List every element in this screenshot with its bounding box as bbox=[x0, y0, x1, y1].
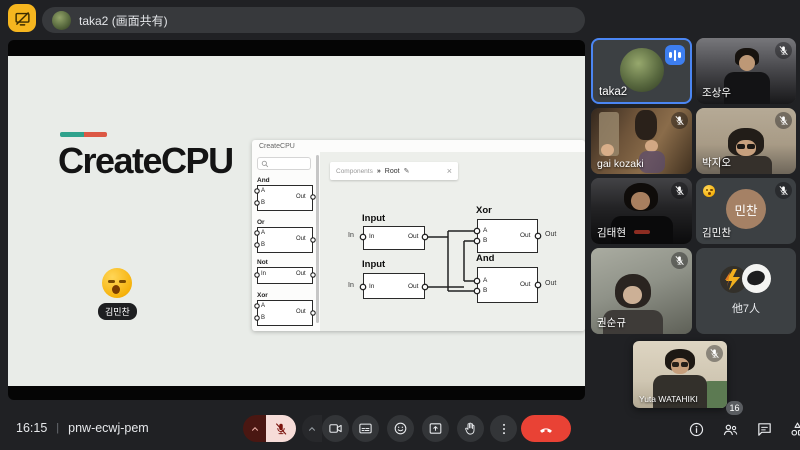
participant-tile[interactable]: gai kozaki bbox=[591, 108, 692, 174]
mic-button-group bbox=[243, 415, 296, 442]
present-screen-button[interactable] bbox=[422, 415, 449, 442]
mic-off-icon bbox=[671, 252, 688, 269]
emoji-smile-icon bbox=[393, 421, 408, 436]
meeting-meta: 16:15 | pnw-ecwj-pem bbox=[16, 421, 149, 435]
mic-options-chevron[interactable] bbox=[243, 415, 266, 442]
more-options-button[interactable] bbox=[490, 415, 517, 442]
participant-tile[interactable]: taka2 bbox=[591, 38, 692, 104]
participant-name: taka2 bbox=[599, 86, 627, 98]
mic-off-icon bbox=[775, 182, 792, 199]
reaction-sender-label: 김민찬 bbox=[98, 303, 137, 320]
participant-name: 박지오 bbox=[702, 155, 731, 170]
avatar-initials: 민찬 bbox=[734, 200, 757, 219]
overflow-participants-tile[interactable]: 他7人 bbox=[696, 248, 796, 334]
more-vertical-icon bbox=[497, 422, 511, 436]
end-call-button[interactable] bbox=[521, 415, 571, 442]
slide-title: CreateCPU bbox=[58, 140, 233, 182]
mic-off-icon bbox=[775, 112, 792, 129]
overflow-avatar-2 bbox=[742, 264, 771, 293]
participant-tile[interactable]: 박지오 bbox=[696, 108, 796, 174]
reaction-emoji bbox=[102, 268, 132, 298]
participant-tile[interactable]: 조상우 bbox=[696, 38, 796, 104]
call-end-icon bbox=[537, 420, 555, 438]
info-icon[interactable] bbox=[688, 421, 705, 438]
people-icon[interactable] bbox=[721, 421, 740, 438]
clock-time: 16:15 bbox=[16, 421, 47, 435]
mic-off-icon bbox=[274, 422, 288, 436]
participant-name: gai kozaki bbox=[597, 158, 644, 170]
participant-name: 김태현 bbox=[597, 225, 626, 240]
mic-mute-toggle-button[interactable] bbox=[266, 415, 296, 442]
participant-name: 조상우 bbox=[702, 85, 731, 100]
participant-name: 김민찬 bbox=[702, 225, 731, 240]
captions-button[interactable] bbox=[352, 415, 379, 442]
reactions-button[interactable] bbox=[387, 415, 414, 442]
participant-tile[interactable]: 김태현 bbox=[591, 178, 692, 244]
presenter-name: taka2 (画面共有) bbox=[79, 12, 168, 29]
mic-off-icon bbox=[775, 42, 792, 59]
createcpu-app-window: CreateCPU And A B Out Or A B bbox=[252, 140, 585, 331]
overflow-count-label: 他7人 bbox=[696, 300, 796, 316]
stop-presenting-button[interactable] bbox=[8, 4, 36, 32]
participant-tile[interactable]: 권순규 bbox=[591, 248, 692, 334]
mic-off-icon bbox=[671, 182, 688, 199]
avatar: 민찬 bbox=[726, 189, 766, 229]
meeting-code: pnw-ecwj-pem bbox=[68, 421, 149, 435]
camera-icon bbox=[328, 421, 343, 436]
chevron-up-icon bbox=[307, 424, 317, 434]
chat-icon[interactable] bbox=[756, 421, 773, 438]
captions-icon bbox=[358, 421, 373, 436]
circuit-wires bbox=[252, 140, 585, 331]
raise-hand-button[interactable] bbox=[457, 415, 484, 442]
participant-name: Yuta WATAHIKI bbox=[639, 394, 698, 404]
hand-icon bbox=[463, 421, 478, 436]
camera-options-chevron[interactable] bbox=[302, 415, 322, 442]
meeting-panels bbox=[688, 421, 800, 438]
presenter-pill[interactable]: taka2 (画面共有) bbox=[42, 7, 585, 33]
presentation-stop-icon bbox=[14, 10, 31, 27]
present-icon bbox=[428, 421, 443, 436]
meta-divider: | bbox=[56, 422, 59, 434]
mic-off-icon bbox=[706, 345, 723, 362]
shared-slide: CreateCPU 김민찬 CreateCPU bbox=[8, 56, 585, 386]
google-meet-window: taka2 (画面共有) CreateCPU 김민찬 CreateCPU bbox=[0, 0, 800, 450]
slide-accent-bar bbox=[60, 132, 107, 137]
speaking-indicator-icon bbox=[665, 45, 685, 65]
presenter-avatar bbox=[52, 11, 71, 30]
camera-toggle-button[interactable] bbox=[322, 415, 349, 442]
screen-share-stage[interactable]: CreateCPU 김민찬 CreateCPU bbox=[8, 40, 585, 400]
participant-count-badge: 16 bbox=[726, 401, 743, 415]
participant-tile[interactable]: 민찬 김민찬 bbox=[696, 178, 796, 244]
activities-icon[interactable] bbox=[789, 421, 800, 438]
participant-tile[interactable]: Yuta WATAHIKI bbox=[633, 341, 727, 408]
chevron-up-icon bbox=[250, 424, 260, 434]
reaction-emoji bbox=[703, 185, 715, 197]
participant-name: 권순규 bbox=[597, 315, 626, 330]
mic-off-icon bbox=[671, 112, 688, 129]
